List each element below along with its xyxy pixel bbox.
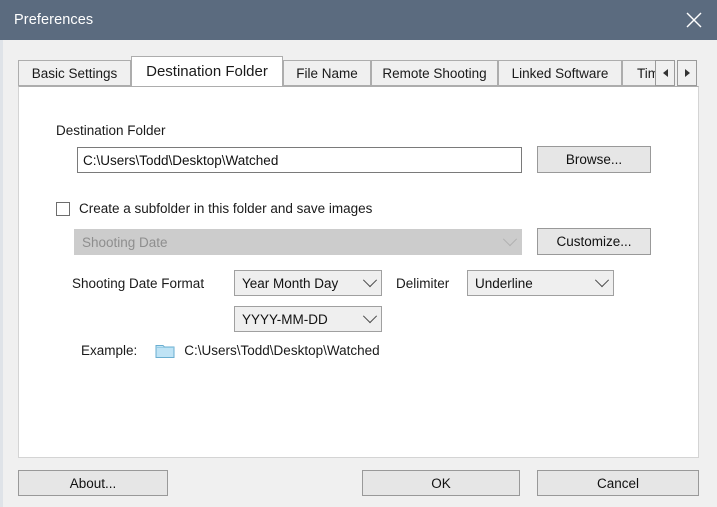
delimiter-label: Delimiter: [396, 276, 449, 291]
browse-button[interactable]: Browse...: [537, 146, 651, 173]
tab-linked-software[interactable]: Linked Software: [498, 60, 622, 86]
window-title: Preferences: [14, 12, 93, 28]
create-subfolder-label: Create a subfolder in this folder and sa…: [79, 201, 372, 216]
tab-label: Destination Folder: [146, 63, 268, 80]
customize-button[interactable]: Customize...: [537, 228, 651, 255]
window-left-edge: [0, 40, 3, 507]
folder-icon: [155, 342, 175, 359]
create-subfolder-checkbox-row[interactable]: Create a subfolder in this folder and sa…: [56, 201, 372, 216]
tab-label: Basic Settings: [32, 66, 118, 81]
chevron-down-icon: [359, 314, 381, 324]
tab-basic-settings[interactable]: Basic Settings: [18, 60, 131, 86]
cancel-button[interactable]: Cancel: [537, 470, 699, 496]
shooting-date-format-value: Year Month Day: [235, 276, 359, 291]
tab-remote-shooting[interactable]: Remote Shooting: [371, 60, 498, 86]
example-row: Example: C:\Users\Todd\Desktop\Watched: [81, 342, 380, 359]
destination-folder-label: Destination Folder: [56, 123, 166, 138]
shooting-date-format-label: Shooting Date Format: [72, 276, 204, 291]
triangle-right-icon: [685, 69, 690, 77]
triangle-left-icon: [663, 69, 668, 77]
delimiter-value: Underline: [468, 276, 591, 291]
date-pattern-select[interactable]: YYYY-MM-DD: [234, 306, 382, 332]
preferences-dialog: Preferences Basic Settings Destination F…: [0, 0, 717, 507]
tab-label: File Name: [296, 66, 358, 81]
date-pattern-value: YYYY-MM-DD: [235, 312, 359, 327]
title-bar: Preferences: [0, 0, 717, 40]
tab-label: Linked Software: [512, 66, 609, 81]
chevron-down-icon: [591, 278, 613, 288]
example-path: C:\Users\Todd\Desktop\Watched: [184, 343, 379, 358]
tab-destination-folder[interactable]: Destination Folder: [131, 56, 283, 87]
tab-scroll-left-button[interactable]: [655, 60, 675, 86]
chevron-down-icon: [499, 237, 521, 247]
subfolder-naming-select[interactable]: Shooting Date: [74, 229, 522, 255]
destination-folder-input[interactable]: C:\Users\Todd\Desktop\Watched: [77, 147, 522, 173]
create-subfolder-checkbox[interactable]: [56, 202, 70, 216]
tab-panel-destination-folder: Destination Folder C:\Users\Todd\Desktop…: [18, 86, 699, 458]
shooting-date-format-select[interactable]: Year Month Day: [234, 270, 382, 296]
dialog-body: Basic Settings Destination Folder File N…: [0, 40, 717, 507]
close-icon: [685, 11, 703, 29]
tab-scroll-right-button[interactable]: [677, 60, 697, 86]
close-button[interactable]: [671, 0, 717, 40]
tab-label: Remote Shooting: [382, 66, 486, 81]
delimiter-select[interactable]: Underline: [467, 270, 614, 296]
ok-button[interactable]: OK: [362, 470, 520, 496]
tab-strip: Basic Settings Destination Folder File N…: [18, 56, 699, 86]
subfolder-naming-value: Shooting Date: [75, 235, 499, 250]
example-label: Example:: [81, 343, 137, 358]
about-button[interactable]: About...: [18, 470, 168, 496]
tab-file-name[interactable]: File Name: [283, 60, 371, 86]
chevron-down-icon: [359, 278, 381, 288]
